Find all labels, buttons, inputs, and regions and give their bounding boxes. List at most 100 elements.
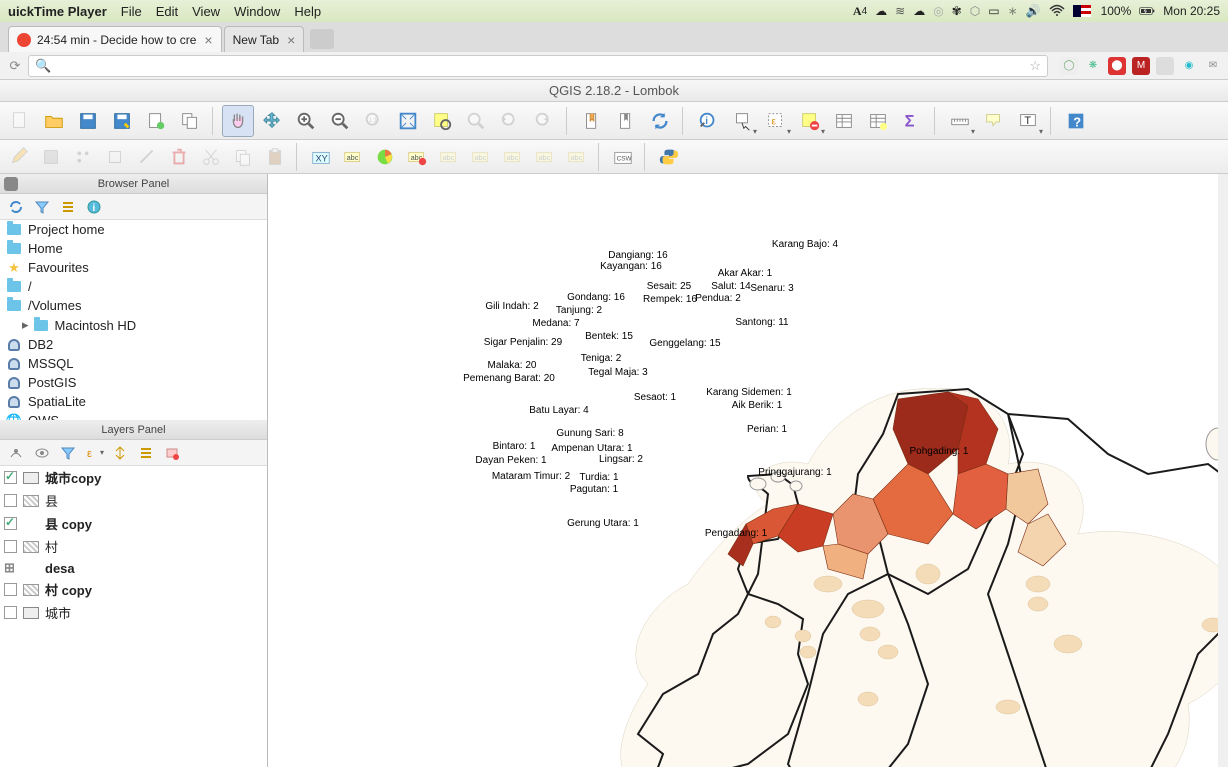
browser-item[interactable]: PostGIS [0, 373, 267, 392]
csw-button[interactable]: CSW [608, 143, 638, 171]
deselect-button[interactable]: ▾ [794, 105, 826, 137]
pan-button[interactable] [222, 105, 254, 137]
menu-view[interactable]: View [192, 4, 220, 19]
label-layer-button[interactable]: abc [338, 143, 368, 171]
attribute-table-button[interactable] [828, 105, 860, 137]
collapse-icon[interactable] [4, 177, 18, 191]
scrollbar-vertical[interactable] [1218, 174, 1228, 767]
browser-item[interactable]: SpatiaLite [0, 392, 267, 411]
layer-item[interactable]: 城市 [0, 601, 267, 624]
save-as-button[interactable] [106, 105, 138, 137]
close-icon[interactable]: × [287, 32, 295, 48]
paste-button[interactable] [260, 143, 290, 171]
highlight-label-button[interactable]: abc [402, 143, 432, 171]
dropbox-icon[interactable]: ⬡ [970, 4, 980, 18]
layer-checkbox[interactable] [4, 494, 17, 507]
refresh-browser-button[interactable] [4, 196, 28, 218]
copy-button[interactable] [228, 143, 258, 171]
ext-evernote-icon[interactable]: ❋ [1084, 57, 1102, 75]
bookmark-star-icon[interactable]: ☆ [1029, 58, 1041, 74]
move-label-button[interactable]: abc [498, 143, 528, 171]
battery-icon[interactable] [1139, 3, 1155, 19]
cloud-icon[interactable]: ☁ [875, 4, 887, 18]
statistics-button[interactable]: Σ [896, 105, 928, 137]
map-canvas[interactable]: Karang Bajo: 4Dangiang: 16Kayangan: 16Ak… [268, 174, 1228, 767]
browser-item[interactable]: MSSQL [0, 354, 267, 373]
zoom-full-button[interactable] [392, 105, 424, 137]
layers-tree[interactable]: 城市copy县县 copy村⊞desa村 copy城市 [0, 466, 267, 767]
refresh-button[interactable] [644, 105, 676, 137]
new-composer-button[interactable] [140, 105, 172, 137]
delete-selected-button[interactable] [164, 143, 194, 171]
new-bookmark-button[interactable] [576, 105, 608, 137]
add-feature-button[interactable] [68, 143, 98, 171]
ext-mail-icon[interactable]: ✉ [1204, 57, 1222, 75]
layer-item[interactable]: 县 copy [0, 512, 267, 535]
filter-browser-button[interactable] [30, 196, 54, 218]
adobe-icon[interactable]: A4 [853, 4, 867, 19]
ext-grey-icon[interactable] [1156, 57, 1174, 75]
layer-item[interactable]: 县 [0, 489, 267, 512]
toggle-editing-button[interactable] [4, 143, 34, 171]
volume-icon[interactable]: 🔊 [1026, 4, 1041, 18]
bluetooth-icon[interactable]: ∗ [1008, 4, 1018, 18]
pin-label-button[interactable]: abc [434, 143, 464, 171]
layer-checkbox[interactable] [4, 517, 17, 530]
evernote-icon[interactable]: ≋ [895, 4, 905, 18]
browser-item[interactable]: Home [0, 239, 267, 258]
layer-item[interactable]: 城市copy [0, 466, 267, 489]
map-tips-button[interactable] [978, 105, 1010, 137]
browser-tab-2[interactable]: New Tab × [224, 26, 305, 52]
zoom-native-button[interactable]: 1:1 [358, 105, 390, 137]
xy-label-button[interactable]: XY [306, 143, 336, 171]
ext-red-icon[interactable]: ⬤ [1108, 57, 1126, 75]
ext-grammarly-icon[interactable]: ◉ [1180, 57, 1198, 75]
close-icon[interactable]: × [204, 32, 212, 48]
zoom-in-button[interactable] [290, 105, 322, 137]
menu-window[interactable]: Window [234, 4, 280, 19]
layer-visibility-button[interactable] [30, 442, 54, 464]
zoom-to-selection-button[interactable] [426, 105, 458, 137]
change-label-button[interactable]: abc [562, 143, 592, 171]
layer-checkbox[interactable] [4, 606, 17, 619]
help-button[interactable]: ? [1060, 105, 1092, 137]
browser-item[interactable]: Project home [0, 220, 267, 239]
reload-icon[interactable]: ⟳ [6, 57, 24, 75]
layer-checkbox[interactable] [4, 540, 17, 553]
display-icon[interactable]: ▭ [988, 4, 999, 18]
zoom-last-button[interactable] [494, 105, 526, 137]
url-input[interactable] [57, 58, 1029, 73]
save-edits-button[interactable] [36, 143, 66, 171]
layer-item[interactable]: ⊞desa [0, 558, 267, 578]
show-label-button[interactable]: abc [466, 143, 496, 171]
ext-mendeley-icon[interactable]: M [1132, 57, 1150, 75]
browser-item[interactable]: 🌐OWS [0, 411, 267, 420]
layer-expression-button[interactable]: ε▾ [82, 442, 106, 464]
layer-style-button[interactable] [4, 442, 28, 464]
python-console-button[interactable] [654, 143, 684, 171]
omnibox[interactable]: 🔍 ☆ [28, 55, 1048, 77]
pan-to-selection-button[interactable] [256, 105, 288, 137]
cloud-sync-icon[interactable]: ☁ [913, 4, 925, 18]
menu-help[interactable]: Help [294, 4, 321, 19]
layer-item[interactable]: 村 copy [0, 578, 267, 601]
layer-checkbox[interactable] [4, 471, 17, 484]
select-features-button[interactable]: ▾ [726, 105, 758, 137]
collapse-layers-button[interactable] [134, 442, 158, 464]
select-by-expression-button[interactable]: ε▾ [760, 105, 792, 137]
status-icon[interactable]: ◎ [933, 4, 943, 18]
zoom-next-button[interactable] [528, 105, 560, 137]
identify-button[interactable]: i [692, 105, 724, 137]
browser-item[interactable]: DB2 [0, 335, 267, 354]
menu-edit[interactable]: Edit [156, 4, 178, 19]
layer-item[interactable]: 村 [0, 535, 267, 558]
browser-item[interactable]: /Volumes [0, 296, 267, 315]
browser-tree[interactable]: Project homeHome★Favourites//Volumes▸Mac… [0, 220, 267, 420]
move-feature-button[interactable] [100, 143, 130, 171]
measure-button[interactable]: ▾ [944, 105, 976, 137]
browser-item[interactable]: ▸Macintosh HD [0, 315, 267, 335]
rotate-label-button[interactable]: abc [530, 143, 560, 171]
layer-checkbox[interactable] [4, 583, 17, 596]
wechat-icon[interactable]: ✾ [952, 4, 962, 18]
cut-button[interactable] [196, 143, 226, 171]
